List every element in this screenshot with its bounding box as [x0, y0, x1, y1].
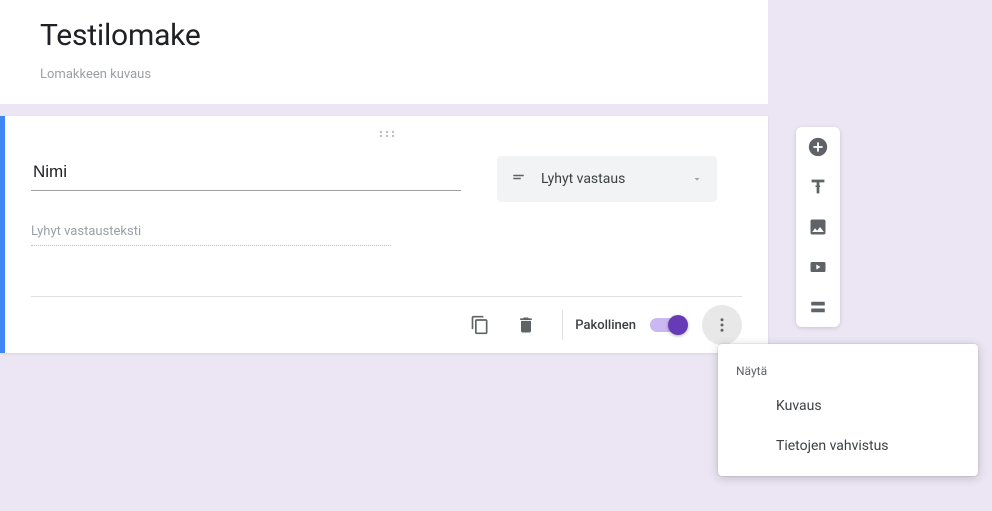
required-label: Pakollinen	[575, 318, 636, 333]
drag-handle-icon[interactable]	[31, 130, 742, 148]
add-video-button[interactable]	[806, 255, 830, 279]
required-toggle[interactable]	[650, 318, 686, 332]
more-options-button[interactable]	[702, 305, 742, 345]
short-text-icon	[511, 168, 529, 190]
add-section-button[interactable]	[806, 295, 830, 319]
question-row: Lyhyt vastaus	[31, 156, 742, 202]
dropdown-arrow-icon	[691, 170, 703, 189]
add-question-button[interactable]	[806, 135, 830, 159]
footer-separator	[562, 310, 563, 340]
side-toolbar	[796, 127, 840, 327]
form-title[interactable]: Testilomake	[40, 18, 728, 53]
delete-button[interactable]	[506, 305, 546, 345]
menu-item-validation[interactable]: Tietojen vahvistus	[718, 426, 978, 466]
answer-placeholder-text: Lyhyt vastausteksti	[31, 224, 391, 246]
add-image-button[interactable]	[806, 215, 830, 239]
duplicate-button[interactable]	[460, 305, 500, 345]
question-card: Lyhyt vastaus Lyhyt vastausteksti Pakoll…	[0, 116, 768, 353]
card-footer: Pakollinen	[31, 296, 742, 353]
question-title-input[interactable]	[31, 156, 461, 191]
toggle-thumb	[668, 315, 688, 335]
question-type-label: Lyhyt vastaus	[541, 171, 679, 187]
form-description[interactable]: Lomakkeen kuvaus	[40, 67, 728, 82]
question-type-selector[interactable]: Lyhyt vastaus	[497, 156, 717, 202]
question-options-menu: Näytä Kuvaus Tietojen vahvistus	[718, 344, 978, 476]
add-title-button[interactable]	[806, 175, 830, 199]
form-header: Testilomake Lomakkeen kuvaus	[0, 0, 768, 104]
menu-item-description[interactable]: Kuvaus	[718, 386, 978, 426]
menu-header: Näytä	[718, 354, 978, 386]
